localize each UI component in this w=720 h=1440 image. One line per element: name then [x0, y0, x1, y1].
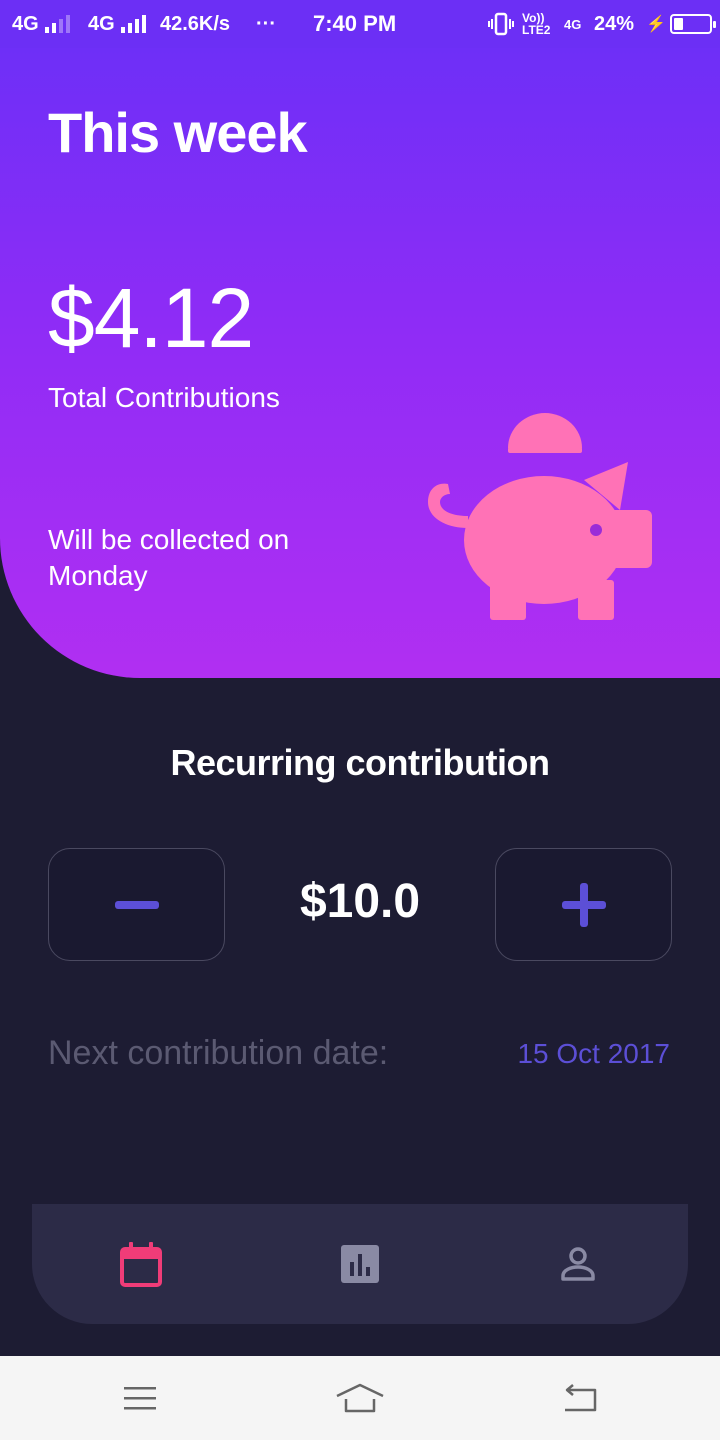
clock: 7:40 PM	[313, 11, 397, 36]
collection-info: Will be collected on Monday	[48, 524, 290, 591]
home-icon	[336, 1383, 384, 1413]
tab-calendar[interactable]	[91, 1204, 191, 1324]
status-bar: 4G 4G 42.6K/s ··· 7:40 PM Vo)) LTE2 4G 24…	[0, 0, 720, 48]
next-contribution-label: Next contribution date:	[48, 1034, 389, 1072]
increment-button[interactable]	[495, 848, 672, 961]
tab-statistics[interactable]	[310, 1204, 410, 1324]
total-amount: $4.12	[48, 271, 254, 365]
network-speed: 42.6K/s	[160, 12, 231, 35]
signal-bars-icon	[44, 15, 70, 33]
calendar-icon	[120, 1242, 162, 1287]
signal-1: 4G	[12, 0, 70, 48]
network-type-2: 4G	[88, 12, 115, 35]
tab-profile[interactable]	[528, 1204, 628, 1324]
volte-indicator: Vo)) LTE2	[522, 11, 551, 37]
more-notifications-icon: ···	[256, 12, 276, 35]
bar-chart-icon	[341, 1245, 379, 1283]
system-menu-button[interactable]	[100, 1356, 180, 1440]
decrement-button[interactable]	[48, 848, 225, 961]
total-amount-label: Total Contributions	[48, 382, 280, 413]
bottom-navigation	[32, 1204, 688, 1324]
vibrate-icon	[488, 0, 514, 48]
back-icon	[565, 1384, 597, 1412]
menu-icon	[124, 1387, 156, 1410]
signal-bars-icon	[120, 15, 146, 33]
piggy-bank-icon	[428, 413, 652, 620]
plus-icon	[561, 882, 606, 927]
charging-icon: ⚡	[646, 16, 666, 33]
signal-2: 4G	[88, 0, 146, 48]
weekly-summary-card: This week $4.12 Total Contributions Will…	[0, 48, 720, 678]
network-type-1: 4G	[12, 12, 39, 35]
page-title: This week	[48, 101, 308, 164]
battery-icon: ⚡	[646, 0, 716, 48]
person-icon	[561, 1247, 595, 1281]
contribution-amount: $10.0	[299, 875, 421, 928]
system-back-button[interactable]	[540, 1356, 620, 1440]
system-navigation-bar	[0, 1356, 720, 1440]
recurring-contribution-title: Recurring contribution	[170, 742, 551, 783]
minus-icon	[114, 900, 159, 909]
data-indicator: 4G	[564, 16, 582, 32]
battery-percent: 24%	[594, 12, 635, 35]
system-home-button[interactable]	[320, 1356, 400, 1440]
next-contribution-date[interactable]: 15 Oct 2017	[517, 1038, 670, 1070]
